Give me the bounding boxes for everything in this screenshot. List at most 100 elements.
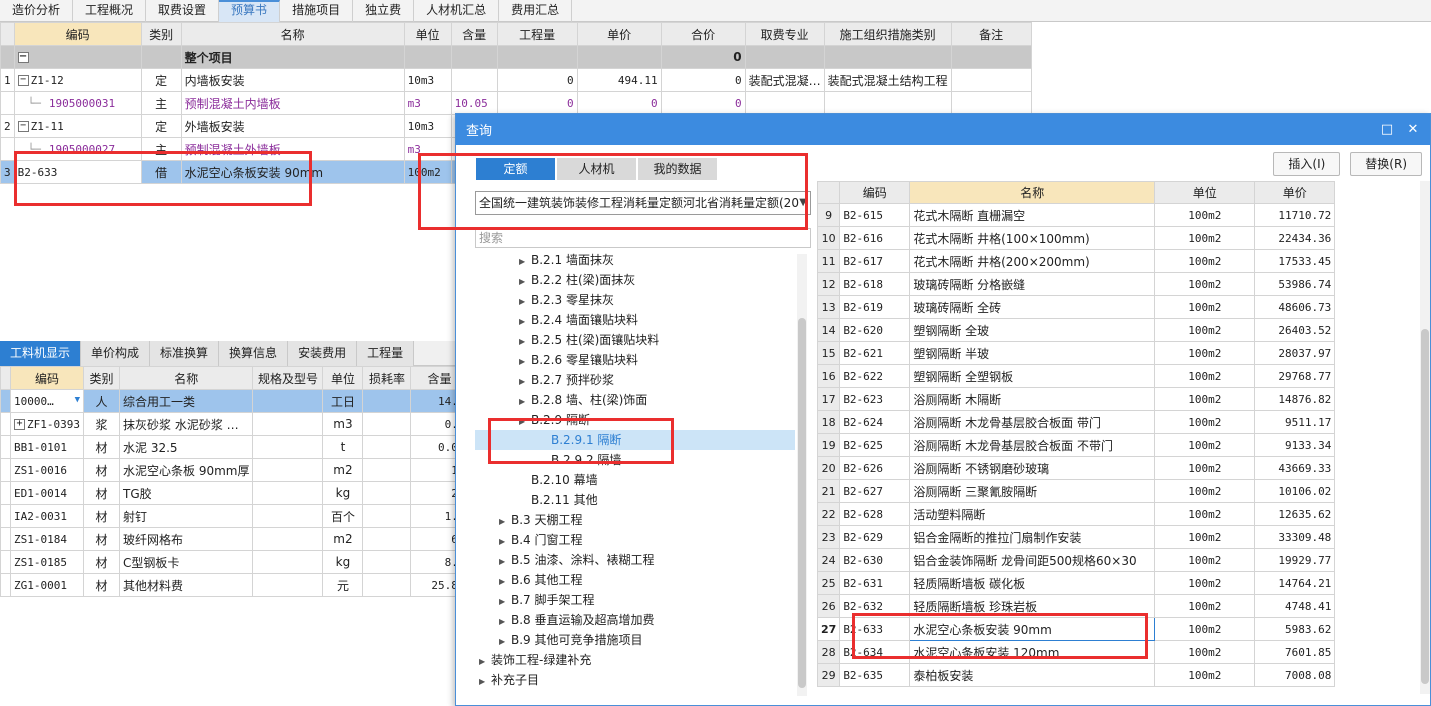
quota-name[interactable]: 花式木隔断 井格(200×200mm) bbox=[909, 249, 1156, 273]
quota-price[interactable]: 7601.85 bbox=[1254, 640, 1336, 664]
item-total[interactable]: 0 bbox=[660, 91, 746, 115]
collapse-icon[interactable]: − bbox=[17, 75, 29, 86]
resource-loss-rate[interactable] bbox=[362, 435, 412, 459]
quota-unit[interactable]: 100m2 bbox=[1154, 456, 1256, 480]
item-fee-category[interactable] bbox=[744, 91, 825, 115]
column-header[interactable]: 损耗率 bbox=[362, 366, 412, 390]
expand-arrow-icon[interactable]: ▶ bbox=[519, 372, 531, 392]
detail-tab[interactable]: 安装费用 bbox=[288, 341, 358, 366]
quota-name[interactable]: 玻璃砖隔断 全砖 bbox=[909, 295, 1156, 319]
resource-row[interactable]: ZS1-0184材玻纤网格布m266 bbox=[0, 527, 469, 551]
resource-code[interactable]: ED1-0014 bbox=[10, 481, 84, 505]
quota-price[interactable]: 9133.34 bbox=[1254, 433, 1336, 457]
quota-row[interactable]: 26 B2-632 轻质隔断墙板 珍珠岩板 100m2 4748.41 bbox=[816, 594, 1336, 618]
resource-type[interactable]: 材 bbox=[83, 573, 120, 597]
quota-code[interactable]: B2-627 bbox=[839, 479, 911, 503]
quota-unit[interactable]: 100m2 bbox=[1154, 571, 1256, 595]
resource-type[interactable]: 材 bbox=[83, 527, 120, 551]
resource-unit[interactable]: kg bbox=[322, 550, 364, 574]
column-header[interactable]: 单位 bbox=[403, 22, 452, 46]
item-unit[interactable]: 10m3 bbox=[403, 68, 452, 92]
resource-unit[interactable]: 工日 bbox=[322, 389, 364, 413]
quota-code[interactable]: B2-615 bbox=[839, 203, 911, 227]
resource-code[interactable]: BB1-0101 bbox=[10, 435, 84, 459]
quota-unit[interactable]: 100m2 bbox=[1154, 318, 1256, 342]
resource-name[interactable]: 射钉 bbox=[118, 504, 254, 528]
quota-unit[interactable]: 100m2 bbox=[1154, 502, 1256, 526]
resource-loss-rate[interactable] bbox=[362, 504, 412, 528]
item-unit[interactable]: 100m2 bbox=[403, 160, 452, 184]
code-cell[interactable]: − Z1-11 bbox=[13, 114, 142, 138]
resource-spec[interactable] bbox=[252, 481, 324, 505]
item-type[interactable]: 借 bbox=[140, 160, 182, 184]
item-unit-price[interactable]: 494.11 bbox=[576, 68, 662, 92]
quota-name[interactable]: 浴厕隔断 木隔断 bbox=[909, 387, 1156, 411]
module-tab[interactable]: 工程概况 bbox=[73, 0, 147, 22]
resource-row[interactable]: IA2-0031材射钉百个1.7 bbox=[0, 504, 469, 528]
quota-price[interactable]: 26403.52 bbox=[1254, 318, 1336, 342]
item-content[interactable]: 10.05 bbox=[450, 91, 498, 115]
expand-arrow-icon[interactable]: ▶ bbox=[499, 552, 511, 572]
tree-node[interactable]: ▶ 补充子目 bbox=[475, 670, 539, 690]
tree-node[interactable]: ▶ B.2.5 柱(梁)面镶贴块料 bbox=[475, 330, 659, 350]
quota-unit[interactable]: 100m2 bbox=[1154, 226, 1256, 250]
expand-arrow-icon[interactable]: ▶ bbox=[519, 412, 531, 432]
column-header[interactable]: 规格及型号 bbox=[252, 366, 324, 390]
quota-code[interactable]: B2-626 bbox=[839, 456, 911, 480]
module-tab[interactable]: 费用汇总 bbox=[499, 0, 573, 22]
expand-arrow-icon[interactable]: ▶ bbox=[499, 512, 511, 532]
quota-name[interactable]: 轻质隔断墙板 珍珠岩板 bbox=[909, 594, 1156, 618]
result-scrollbar[interactable] bbox=[1420, 181, 1430, 694]
resource-loss-rate[interactable] bbox=[362, 481, 412, 505]
tree-node[interactable]: ▶ B.5 油漆、涂料、裱糊工程 bbox=[475, 550, 655, 570]
quota-code[interactable]: B2-623 bbox=[839, 387, 911, 411]
quota-code[interactable]: B2-621 bbox=[839, 341, 911, 365]
resource-loss-rate[interactable] bbox=[362, 389, 412, 413]
quota-name[interactable]: 塑钢隔断 全玻 bbox=[909, 318, 1156, 342]
dialog-tab[interactable]: 我的数据 bbox=[638, 158, 717, 180]
tree-node[interactable]: ▶ B.8 垂直运输及超高增加费 bbox=[475, 610, 655, 630]
quota-name[interactable]: 活动塑料隔断 bbox=[909, 502, 1156, 526]
dialog-tab[interactable]: 定额 bbox=[476, 158, 555, 180]
collapse-icon[interactable]: − bbox=[17, 121, 29, 132]
tree-node[interactable]: B.2.9.1 隔断 bbox=[475, 430, 795, 450]
quota-row[interactable]: 11 B2-617 花式木隔断 井格(200×200mm) 100m2 17533.45 bbox=[816, 249, 1336, 273]
column-header[interactable]: 编码 bbox=[13, 22, 142, 46]
module-tab[interactable]: 人材机汇总 bbox=[414, 0, 500, 22]
expand-arrow-icon[interactable]: ▶ bbox=[499, 612, 511, 632]
column-header[interactable]: 含量 bbox=[450, 22, 498, 46]
quota-price[interactable]: 5983.62 bbox=[1254, 617, 1336, 641]
quota-name[interactable]: 水泥空心条板安装 120mm bbox=[909, 640, 1156, 664]
quota-name[interactable]: 浴厕隔断 木龙骨基层胶合板面 不带门 bbox=[909, 433, 1156, 457]
quota-row[interactable]: 28 B2-634 水泥空心条板安装 120mm 100m2 7601.85 bbox=[816, 640, 1336, 664]
quota-unit[interactable]: 100m2 bbox=[1154, 387, 1256, 411]
resource-unit[interactable]: m2 bbox=[322, 527, 364, 551]
quota-code[interactable]: B2-624 bbox=[839, 410, 911, 434]
code-cell[interactable]: └─ 1905000031 bbox=[13, 91, 142, 115]
quota-code[interactable]: B2-632 bbox=[839, 594, 911, 618]
resource-type[interactable]: 人 bbox=[83, 389, 120, 413]
quota-name[interactable]: 轻质隔断墙板 碳化板 bbox=[909, 571, 1156, 595]
code-cell[interactable]: − Z1-12 bbox=[13, 68, 142, 92]
resource-name[interactable]: 水泥空心条板 90mm厚 bbox=[118, 458, 254, 482]
resource-spec[interactable] bbox=[252, 573, 324, 597]
quota-row[interactable]: 17 B2-623 浴厕隔断 木隔断 100m2 14876.82 bbox=[816, 387, 1336, 411]
resource-row[interactable]: 10000… ▼ 人综合用工一类 工日 14.4 bbox=[0, 389, 469, 413]
quota-code[interactable]: B2-617 bbox=[839, 249, 911, 273]
expand-arrow-icon[interactable]: ▶ bbox=[499, 572, 511, 592]
expand-arrow-icon[interactable]: ▶ bbox=[499, 632, 511, 652]
tree-node[interactable]: ▶ 装饰工程-绿建补充 bbox=[475, 650, 591, 670]
quota-code[interactable]: B2-631 bbox=[839, 571, 911, 595]
resource-type[interactable]: 材 bbox=[83, 435, 120, 459]
chevron-down-icon[interactable]: ▼ bbox=[75, 395, 80, 405]
resource-spec[interactable] bbox=[252, 527, 324, 551]
column-header[interactable]: 名称 bbox=[909, 181, 1156, 204]
column-header[interactable]: 施工组织措施类别 bbox=[823, 22, 952, 46]
collapse-cell[interactable]: − bbox=[13, 45, 142, 69]
expand-arrow-icon[interactable]: ▶ bbox=[479, 672, 491, 690]
quota-row[interactable]: 10 B2-616 花式木隔断 井格(100×100mm) 100m2 22434.36 bbox=[816, 226, 1336, 250]
quota-price[interactable]: 10106.02 bbox=[1254, 479, 1336, 503]
module-tab[interactable]: 造价分析 bbox=[0, 0, 74, 22]
quota-row[interactable]: 21 B2-627 浴厕隔断 三聚氰胺隔断 100m2 10106.02 bbox=[816, 479, 1336, 503]
dialog-tab[interactable]: 人材机 bbox=[557, 158, 636, 180]
